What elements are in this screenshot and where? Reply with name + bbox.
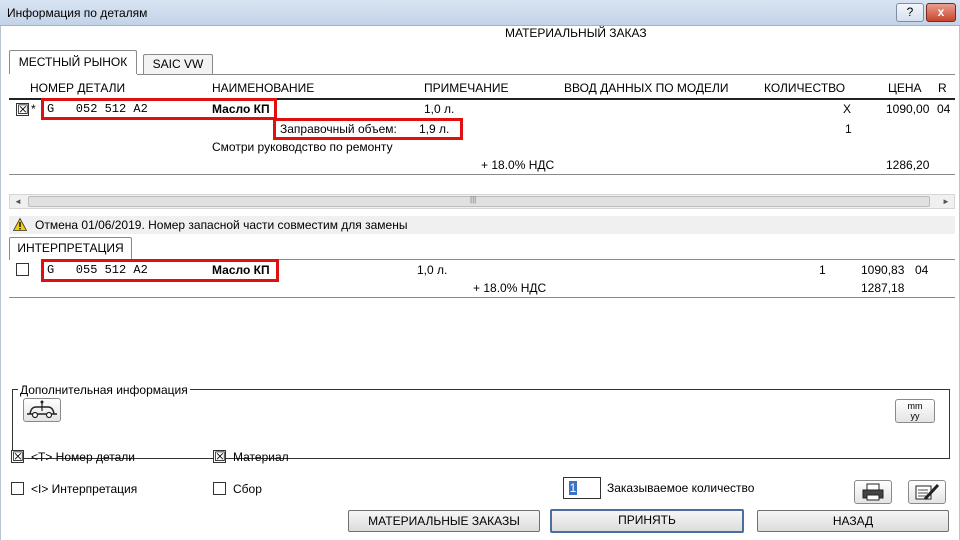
col-part-number[interactable]: НОМЕР ДЕТАЛИ	[30, 81, 125, 95]
option-interpretation-checkbox[interactable]	[11, 482, 24, 495]
main-part-vat: + 18.0% НДС	[481, 158, 555, 172]
scroll-thumb[interactable]: |||	[28, 195, 930, 207]
warning-text: Отмена 01/06/2019. Номер запасной части …	[35, 218, 408, 232]
horizontal-scrollbar[interactable]: ◄ ||| ►	[9, 194, 955, 209]
manual-note: Смотри руководство по ремонту	[212, 140, 393, 154]
printer-icon	[862, 483, 884, 501]
back-button[interactable]: НАЗАД	[757, 510, 949, 532]
scroll-right-icon[interactable]: ►	[939, 195, 953, 208]
main-part-price: 1090,00	[886, 102, 930, 116]
tab-local-market[interactable]: МЕСТНЫЙ РЫНОК	[9, 50, 137, 74]
replacement-part-price-vat: 1287,18	[861, 281, 905, 295]
accept-button[interactable]: ПРИНЯТЬ	[550, 509, 744, 533]
option-assembly-label: Сбор	[233, 482, 262, 496]
car-model-button[interactable]	[23, 398, 61, 422]
replacement-part-vat: + 18.0% НДС	[473, 281, 547, 295]
option-part-number-label: <T> Номер детали	[31, 450, 135, 464]
option-material-checkbox[interactable]: ☒	[213, 450, 226, 463]
replacement-part-checkbox[interactable]	[16, 263, 29, 276]
highlight-main-part	[41, 98, 277, 120]
main-part-r: 04	[937, 102, 951, 116]
option-interpretation-label: <I> Интерпретация	[31, 482, 138, 496]
col-name[interactable]: НАИМЕНОВАНИЕ	[212, 81, 314, 95]
additional-info-label: Дополнительная информация	[18, 383, 190, 397]
col-note[interactable]: ПРИМЕЧАНИЕ	[424, 81, 509, 95]
replacement-list-divider	[9, 297, 955, 298]
option-assembly-checkbox[interactable]	[213, 482, 226, 495]
option-material-label: Материал	[233, 450, 289, 464]
title-bar: Информация по деталям ? x	[0, 0, 960, 26]
order-quantity-label: Заказываемое количество	[607, 481, 755, 495]
tab-interpretation[interactable]: ИНТЕРПРЕТАЦИЯ	[9, 237, 132, 260]
col-quantity[interactable]: КОЛИЧЕСТВО	[764, 81, 845, 95]
main-list-divider	[9, 174, 955, 175]
main-part-price-vat: 1286,20	[886, 158, 930, 172]
edit-icon	[915, 483, 940, 501]
replacement-part-qty: 1	[819, 263, 826, 277]
date-format-button[interactable]: mm yy	[895, 399, 935, 423]
warning-bar: Отмена 01/06/2019. Номер запасной части …	[9, 216, 955, 234]
col-r[interactable]: R	[938, 81, 947, 95]
date-format-label: mm yy	[907, 401, 923, 421]
main-part-checkbox[interactable]: ☒	[16, 103, 29, 116]
help-button[interactable]: ?	[896, 3, 924, 22]
replacement-part-price: 1090,83	[861, 263, 905, 277]
print-button[interactable]	[854, 480, 892, 504]
warning-icon	[13, 218, 27, 231]
car-icon	[27, 400, 57, 419]
col-model-input[interactable]: ВВОД ДАННЫХ ПО МОДЕЛИ	[564, 81, 729, 95]
col-price[interactable]: ЦЕНА	[888, 81, 922, 95]
window-body: МАТЕРИАЛЬНЫЙ ЗАКАЗ МЕСТНЫЙ РЫНОК SAIC VW…	[0, 26, 960, 540]
page-title: МАТЕРИАЛЬНЫЙ ЗАКАЗ	[505, 26, 647, 40]
window-title: Информация по деталям	[7, 6, 148, 20]
main-part-qty-mark: X	[843, 102, 852, 116]
option-part-number-checkbox[interactable]: ☒	[11, 450, 24, 463]
order-quantity-input[interactable]: 1	[563, 477, 601, 499]
additional-info-group	[12, 389, 950, 459]
replacement-part-note: 1,0 л.	[417, 263, 448, 277]
fill-volume-qty: 1	[845, 122, 852, 136]
scroll-grip-icon: |||	[470, 195, 477, 204]
highlight-replacement-part	[41, 259, 279, 282]
close-button[interactable]: x	[926, 3, 956, 22]
replacement-part-r: 04	[915, 263, 929, 277]
order-quantity-value: 1	[569, 481, 577, 495]
tab-saic-vw[interactable]: SAIC VW	[143, 54, 213, 74]
highlight-fill-volume	[273, 118, 463, 140]
edit-button[interactable]	[908, 480, 946, 504]
main-part-note: 1,0 л.	[424, 102, 455, 116]
material-orders-button[interactable]: МАТЕРИАЛЬНЫЕ ЗАКАЗЫ	[348, 510, 540, 532]
tab-baseline	[137, 74, 955, 75]
main-part-star: *	[31, 102, 36, 116]
scroll-left-icon[interactable]: ◄	[11, 195, 25, 208]
